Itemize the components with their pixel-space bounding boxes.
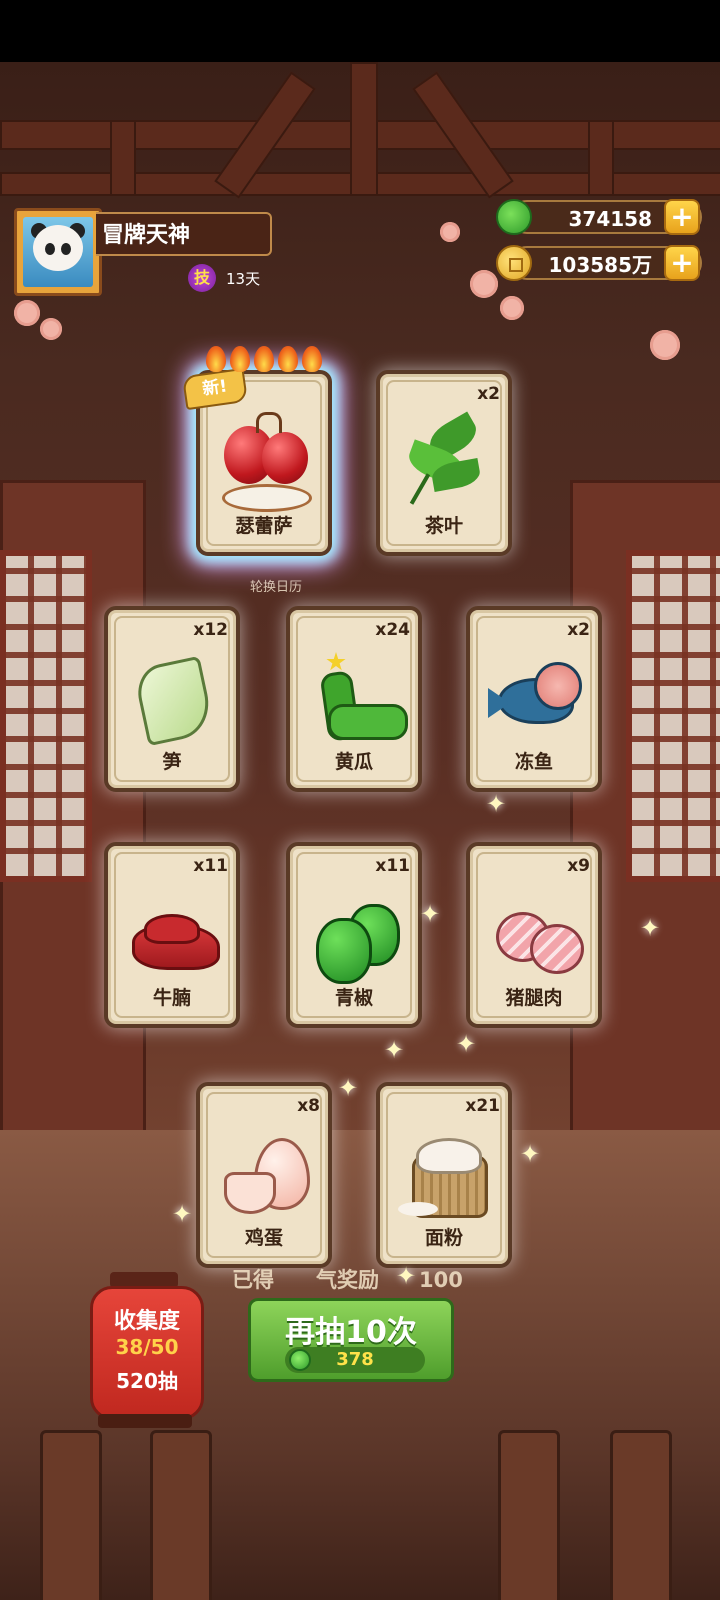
sparkle-icon: ✦ [640, 914, 661, 942]
flame-icon [254, 346, 274, 372]
flame-icon [302, 346, 322, 372]
card-count: x9 [567, 856, 590, 876]
jade-coin-icon [496, 199, 532, 235]
gold-coin-icon [496, 245, 532, 281]
stool [610, 1430, 672, 1600]
panda-eye [61, 243, 71, 255]
draw-cost: 378 [285, 1347, 425, 1373]
card-frozen-fish[interactable]: x2 冻鱼 [466, 606, 602, 792]
calendar-label: 轮换日历 [250, 580, 303, 595]
egg-icon [218, 1124, 310, 1220]
card-count: x24 [375, 620, 410, 640]
panda-face [33, 225, 83, 271]
green-pepper-icon [308, 884, 400, 984]
sparkle-icon: ✦ [420, 900, 441, 928]
add-jade-button[interactable]: + [664, 199, 700, 235]
blossom-decoration [14, 300, 40, 326]
card-flour[interactable]: x21 面粉 [376, 1082, 512, 1268]
reward-prefix: 已得 [232, 1268, 274, 1292]
collection-progress: 38/50 [115, 1335, 179, 1359]
draw-again-label: 再抽10次 [285, 1315, 417, 1350]
card-count: x2 [477, 384, 500, 404]
frozen-fish-icon [488, 648, 582, 744]
skill-days-text: 13天 [226, 270, 261, 288]
roof-post [110, 120, 136, 196]
player-name: 冒牌天神 [96, 212, 272, 256]
skill-icon[interactable]: 技 [188, 264, 216, 292]
sparkle-icon: ✦ [520, 1140, 541, 1168]
sparkle-icon: ✦ [456, 1030, 477, 1058]
card-name: 牛腩 [152, 987, 191, 1009]
bamboo-shoot-icon [126, 648, 218, 747]
card-count: x12 [193, 620, 228, 640]
card-count: x11 [193, 856, 228, 876]
roof-post [588, 120, 614, 196]
card-tea-leaf[interactable]: x2 茶叶 [376, 370, 512, 556]
blossom-decoration [650, 330, 680, 360]
card-beef-brisket[interactable]: x11 牛腩 [104, 842, 240, 1028]
card-count: x8 [297, 1096, 320, 1116]
card-green-pepper[interactable]: x11 青椒 [286, 842, 422, 1028]
card-name: 冻鱼 [514, 751, 553, 773]
lantern-base [98, 1414, 192, 1428]
blossom-decoration [500, 296, 524, 320]
pork-leg-icon [488, 884, 584, 980]
sparkle-icon: ✦ [486, 790, 507, 818]
card-count: x11 [375, 856, 410, 876]
card-name: 笋 [162, 751, 182, 773]
card-name: 青椒 [334, 987, 373, 1009]
cherry-dish-icon [218, 412, 312, 512]
cucumber-icon [308, 648, 408, 744]
collection-lantern[interactable]: 收集度 38/50 520抽 [90, 1286, 204, 1420]
avatar[interactable] [14, 208, 102, 296]
beef-brisket-icon [126, 884, 220, 980]
jade-coin-icon [289, 1349, 311, 1371]
flame-icon [278, 346, 298, 372]
sparkle-icon: ✦ [338, 1074, 359, 1102]
card-name: 鸡蛋 [244, 1227, 283, 1249]
card-name: 猪腿肉 [505, 987, 563, 1009]
blossom-decoration [40, 318, 62, 340]
card-egg[interactable]: x8 鸡蛋 [196, 1082, 332, 1268]
status-bar [0, 0, 720, 62]
card-count: x21 [465, 1096, 500, 1116]
card-name: 黄瓜 [334, 751, 373, 773]
blossom-decoration [470, 270, 498, 298]
draw-cost-value: 378 [336, 1349, 374, 1370]
sparkle-icon: ✦ [172, 1200, 193, 1228]
reward-value: 100 [419, 1268, 463, 1292]
left-window [0, 550, 92, 882]
roof-post [350, 62, 378, 196]
card-bamboo-shoot[interactable]: x12 笋 [104, 606, 240, 792]
right-window [626, 550, 720, 882]
reward-text: 已得 气奖励 100 [232, 1264, 463, 1294]
draw-again-button[interactable]: 再抽10次 378 [248, 1298, 454, 1382]
sparkle-icon: ✦ [384, 1036, 405, 1064]
stool [498, 1430, 560, 1600]
flame-icon [230, 346, 250, 372]
tea-leaf-icon [398, 411, 490, 508]
avatar-image [23, 217, 93, 287]
collection-draws: 520抽 [116, 1369, 178, 1393]
add-coins-button[interactable]: + [664, 245, 700, 281]
card-pork-leg[interactable]: x9 猪腿肉 [466, 842, 602, 1028]
flame-icon [206, 346, 226, 372]
card-name: 面粉 [424, 1227, 463, 1249]
stool [40, 1430, 102, 1600]
flour-sack-icon [398, 1124, 490, 1220]
card-name: 瑟蕾萨 [235, 515, 293, 537]
blossom-decoration [440, 222, 460, 242]
card-cucumber[interactable]: x24 黄瓜 [286, 606, 422, 792]
card-name: 茶叶 [424, 515, 463, 537]
card-count: x2 [567, 620, 590, 640]
reward-mid: 气奖励 [316, 1268, 379, 1292]
panda-eye [45, 243, 55, 255]
stool [150, 1430, 212, 1600]
collection-title: 收集度 [113, 1309, 180, 1334]
